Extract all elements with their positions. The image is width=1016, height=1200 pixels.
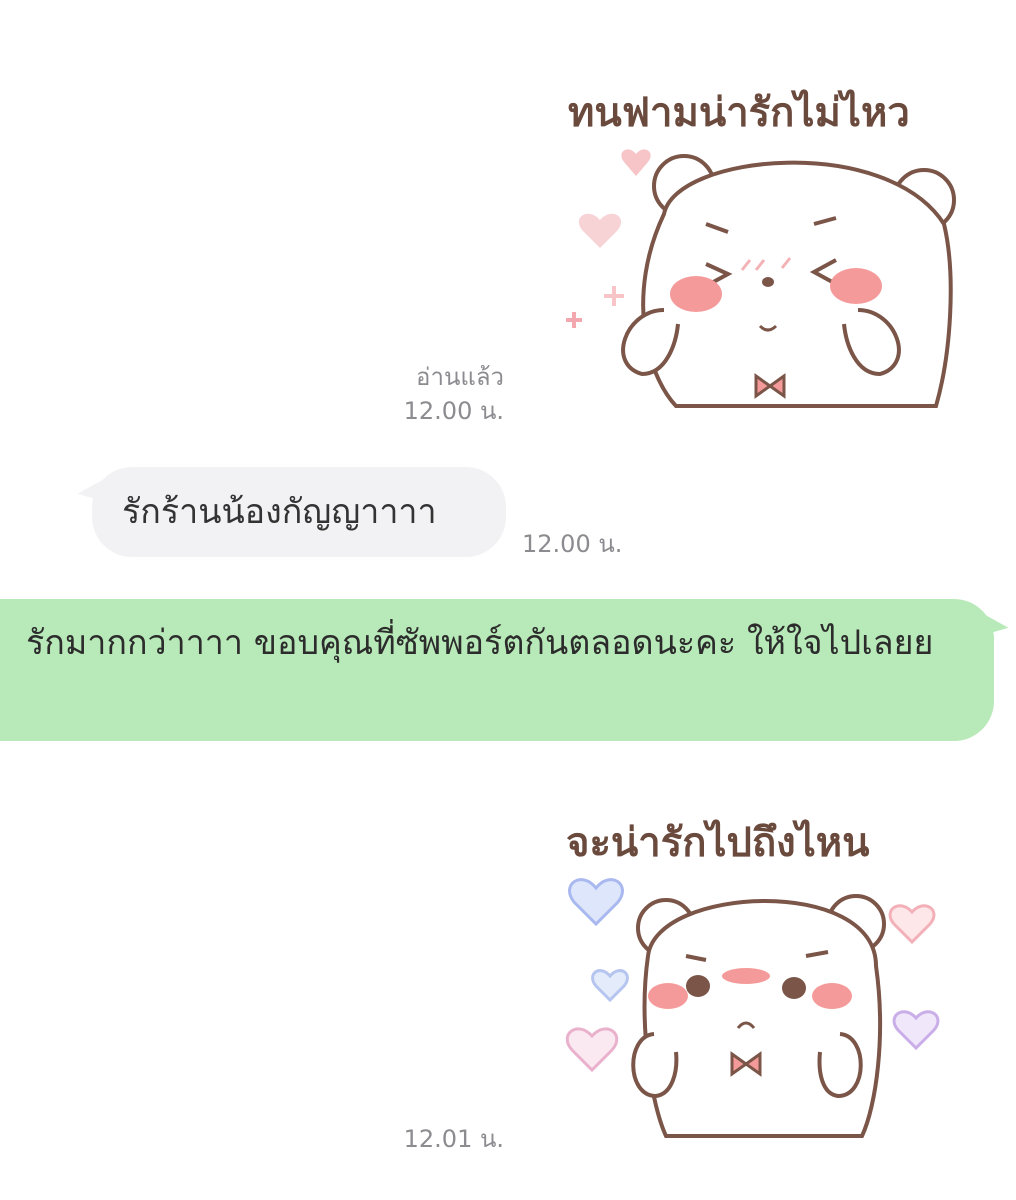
bear-sticker-image: ทนฟามน่ารักไม่ไหว: [566, 89, 956, 408]
timestamp: 12.00 น.: [522, 530, 623, 558]
bear-sticker-image: จะน่ารักไปถึงไหน: [565, 819, 940, 1138]
timestamp: 12.01 น.: [403, 1125, 504, 1153]
heart-icon: [621, 149, 651, 176]
outgoing-message-bubble[interactable]: รักมากกว่าาาา ขอบคุณที่ซัพพอร์ตกันตลอดนะ…: [0, 599, 1011, 741]
incoming-message-bubble[interactable]: รักร้านน้องกัญญาาาา: [75, 467, 506, 557]
sticker-cute-bear[interactable]: จะน่ารักไปถึงไหน: [556, 806, 976, 1146]
sticker-caption: จะน่ารักไปถึงไหน: [566, 819, 870, 866]
heart-icon: [892, 1010, 940, 1051]
bubble-tail: [979, 614, 1011, 642]
timestamp: 12.00 น.: [403, 397, 504, 425]
heart-icon: [568, 878, 624, 927]
sticker-shy-bear[interactable]: ทนฟามน่ารักไม่ไหว: [556, 74, 976, 419]
heart-icon: [565, 1027, 619, 1073]
sparkle-icon: [566, 312, 582, 328]
message-text: รักร้านน้องกัญญาาาา: [122, 492, 437, 532]
sparkle-icon: [604, 286, 624, 306]
message-text: รักมากกว่าาาา ขอบคุณที่ซัพพอร์ตกันตลอดนะ…: [26, 623, 934, 663]
heart-icon: [591, 969, 629, 1003]
heart-icon: [888, 904, 936, 945]
heart-icon: [578, 213, 622, 248]
sticker-caption: ทนฟามน่ารักไม่ไหว: [568, 89, 910, 136]
read-receipt: อ่านแล้ว: [416, 363, 504, 391]
message-meta: อ่านแล้ว 12.00 น.: [380, 360, 504, 428]
bubble-tail: [75, 480, 107, 508]
